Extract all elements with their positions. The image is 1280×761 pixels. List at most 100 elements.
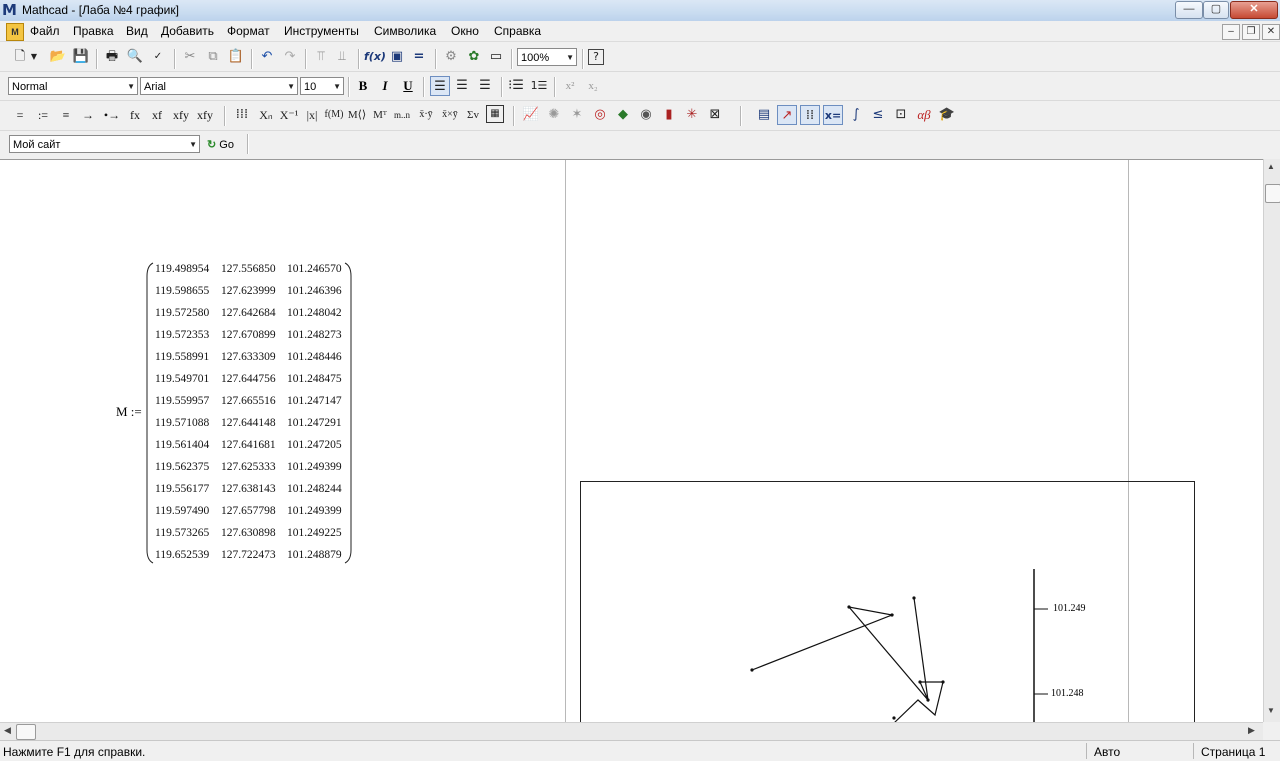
menu-insert[interactable]: Добавить	[161, 24, 214, 38]
programming-toolbar-icon[interactable]: ⊡	[891, 105, 911, 125]
keyword-evaluation-button[interactable]: •→	[102, 105, 122, 125]
close-button[interactable]: ✕	[1230, 1, 1278, 19]
font-select[interactable]: Arial ▼	[140, 77, 298, 95]
subscript-button[interactable]: x₂	[583, 76, 603, 96]
menu-file[interactable]: Файл	[30, 24, 60, 38]
open-folder-icon[interactable]: 📂	[48, 47, 68, 67]
prefix-operator-button[interactable]: fx	[126, 105, 144, 125]
transpose-icon[interactable]: Mᵀ	[370, 105, 390, 125]
xy-plot-icon[interactable]: 📈	[521, 105, 541, 125]
worksheet[interactable]: M := 119.498954 127.556850 101.246570 119.5…	[0, 159, 1263, 723]
column-icon[interactable]: M⟨⟩	[347, 105, 367, 125]
postfix-operator-button[interactable]: xf	[148, 105, 166, 125]
save-icon[interactable]: 💾	[71, 47, 91, 67]
spell-check-icon[interactable]: ✓	[148, 47, 168, 67]
vertical-scroll-thumb[interactable]	[1265, 184, 1280, 203]
surface-plot-icon[interactable]: ✶	[567, 105, 587, 125]
menu-help[interactable]: Справка	[494, 24, 541, 38]
definition-button[interactable]: :=	[34, 105, 52, 125]
contour-plot-icon[interactable]: ◎	[590, 105, 610, 125]
vector-field-icon[interactable]: ✳	[682, 105, 702, 125]
underline-button[interactable]: U	[398, 76, 418, 96]
align-right-icon[interactable]: ☰	[475, 76, 495, 96]
scroll-left-icon[interactable]: ◀	[4, 725, 11, 736]
cut-icon[interactable]: ✂	[180, 47, 200, 67]
greek-toolbar-icon[interactable]: αβ	[914, 105, 934, 125]
vectorize-icon[interactable]: f(M)	[324, 105, 344, 125]
scroll-right-icon[interactable]: ▶	[1248, 725, 1255, 736]
numbered-list-icon[interactable]: 1☰	[529, 76, 549, 96]
zoom-select[interactable]: 100% ▼	[517, 48, 577, 66]
boolean-toolbar-icon[interactable]: ≤	[868, 105, 888, 125]
picture-icon[interactable]: ▦	[486, 105, 504, 123]
calculator-icon[interactable]: ▤	[754, 105, 774, 125]
3d-bar-icon[interactable]: ◉	[636, 105, 656, 125]
matrix-icon[interactable]: ⁞⁞⁞	[232, 105, 252, 125]
document-icon[interactable]: M	[6, 23, 24, 41]
resource-center-icon[interactable]: ✿	[464, 47, 484, 67]
polar-plot-icon[interactable]: ✺	[544, 105, 564, 125]
evaluation-toolbar-icon[interactable]: x=	[823, 105, 843, 125]
print-preview-icon[interactable]: 🔍	[125, 47, 145, 67]
redo-icon[interactable]: ↷	[280, 47, 300, 67]
calculus-toolbar-icon[interactable]: ∫	[846, 105, 866, 125]
align-center-icon[interactable]: ☰	[452, 76, 472, 96]
superscript-button[interactable]: x²	[560, 76, 580, 96]
copy-icon[interactable]: ⧉	[203, 47, 223, 67]
insert-unit-icon[interactable]: ▣	[387, 47, 407, 67]
bold-button[interactable]: B	[353, 76, 373, 96]
bar-plot-icon[interactable]: ▮	[659, 105, 679, 125]
evaluation-equals-button[interactable]: =	[12, 105, 28, 125]
bullet-list-icon[interactable]: ⁝☰	[506, 76, 526, 96]
align-down-icon[interactable]: ⫫	[332, 47, 352, 67]
maximize-button[interactable]: ▢	[1203, 1, 1229, 19]
menu-format[interactable]: Формат	[227, 24, 270, 38]
subscript-index-icon[interactable]: Xₙ	[256, 105, 276, 125]
italic-button[interactable]: I	[375, 76, 395, 96]
menu-window[interactable]: Окно	[451, 24, 479, 38]
calculate-icon[interactable]: =	[409, 47, 429, 67]
scroll-down-icon[interactable]: ▼	[1267, 706, 1275, 715]
global-definition-button[interactable]: ≡	[58, 105, 74, 125]
insert-function-icon[interactable]: f(x)	[364, 47, 386, 67]
font-size-select[interactable]: 10 ▼	[300, 77, 344, 95]
doc-minimize-button[interactable]: –	[1222, 24, 1240, 40]
resource-site-select[interactable]: Мой сайт ▼	[9, 135, 200, 153]
horizontal-scrollbar[interactable]: ◀ ▶	[0, 722, 1263, 740]
scroll-up-icon[interactable]: ▲	[1267, 162, 1275, 171]
style-select[interactable]: Normal ▼	[8, 77, 138, 95]
new-dropdown-icon[interactable]: ▼	[28, 47, 40, 67]
matrix-toolbar-icon[interactable]: ⁞⁞	[800, 105, 820, 125]
doc-restore-button[interactable]: ❐	[1242, 24, 1260, 40]
range-variable-icon[interactable]: m..n	[392, 105, 412, 125]
symbolic-evaluation-button[interactable]: →	[80, 105, 96, 125]
menu-tools[interactable]: Инструменты	[284, 24, 359, 38]
component-icon[interactable]: ⚙	[441, 47, 461, 67]
inverse-icon[interactable]: X⁻¹	[279, 105, 299, 125]
print-icon[interactable]: 🖶	[102, 47, 122, 67]
vector-sum-icon[interactable]: Σv	[463, 105, 483, 125]
new-document-icon[interactable]: 🗋	[10, 47, 30, 67]
treefix-operator-button[interactable]: xfy	[194, 105, 216, 125]
dot-product-icon[interactable]: x̄·ȳ	[416, 105, 436, 125]
menu-symbolics[interactable]: Символика	[374, 24, 436, 38]
3d-scatter-icon[interactable]: ◆	[613, 105, 633, 125]
horizontal-scroll-thumb[interactable]	[16, 724, 36, 740]
menu-edit[interactable]: Правка	[73, 24, 114, 38]
infix-operator-button[interactable]: xfy	[170, 105, 192, 125]
plot-wizard-icon[interactable]: ⊠	[705, 105, 725, 125]
doc-close-button[interactable]: ✕	[1262, 24, 1280, 40]
minimize-button[interactable]: —	[1175, 1, 1203, 19]
align-top-icon[interactable]: ⫪	[311, 47, 331, 67]
undo-icon[interactable]: ↶	[257, 47, 277, 67]
help-icon[interactable]: ?	[588, 49, 604, 65]
go-button[interactable]: ↻ Go	[207, 136, 234, 154]
graph-toolbar-icon[interactable]: ↗	[777, 105, 797, 125]
determinant-icon[interactable]: |x|	[302, 105, 322, 125]
symbolic-toolbar-icon[interactable]: 🎓	[937, 105, 957, 125]
cross-product-icon[interactable]: x̄×ȳ	[440, 105, 460, 125]
window-icon[interactable]: ▭	[486, 47, 506, 67]
align-left-icon[interactable]: ☰	[430, 76, 450, 96]
paste-icon[interactable]: 📋	[226, 47, 246, 67]
menu-view[interactable]: Вид	[126, 24, 148, 38]
